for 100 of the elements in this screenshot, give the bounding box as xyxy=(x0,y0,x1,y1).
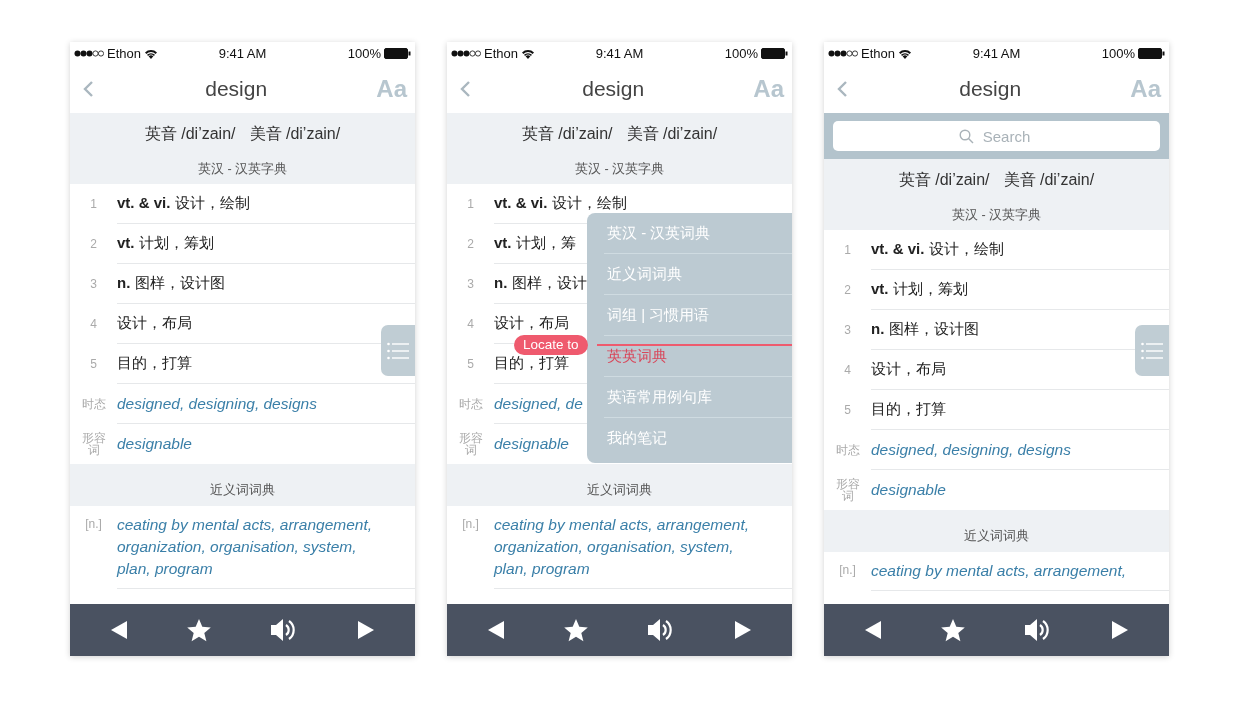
pronunciation: 英音 /di’zain/ xyxy=(521,123,613,144)
list-icon xyxy=(387,341,409,360)
signal-icon xyxy=(74,49,104,57)
word-form-text: designed, designing, designs xyxy=(117,394,317,413)
definition-text: vt. & vi. 设计，绘制 xyxy=(871,240,1004,259)
entry-label: [n.] xyxy=(838,562,857,579)
entry-label: 5 xyxy=(466,358,475,370)
search-field[interactable]: Search xyxy=(833,121,1160,151)
wifi-icon xyxy=(521,47,535,59)
entry-label: 5 xyxy=(843,404,852,416)
entry-label: 3 xyxy=(843,324,852,336)
chevron-left-icon xyxy=(82,79,94,98)
signal-icon xyxy=(451,49,481,57)
menu-item[interactable]: 我的笔记 xyxy=(604,418,792,459)
battery-icon xyxy=(761,47,788,59)
entry-label: 4 xyxy=(466,318,475,330)
entry-label: 4 xyxy=(89,318,98,330)
entry-label: [n.] xyxy=(461,516,480,533)
star-icon xyxy=(939,617,966,643)
definition-text: 设计，布局 xyxy=(117,314,192,333)
entry-label: 时态 xyxy=(457,398,484,410)
definition-text: n. 图样，设计图 xyxy=(871,320,979,339)
nav-title: design xyxy=(958,76,1023,101)
entry-label: 1 xyxy=(466,198,475,210)
battery-percent: 100% xyxy=(1101,45,1135,61)
entry-label: 4 xyxy=(843,364,852,376)
menu-item[interactable]: 英语常用例句库 xyxy=(604,377,792,418)
definition-text: n. 图样，设计 xyxy=(494,274,587,293)
entry-label: 5 xyxy=(89,358,98,370)
entry-label: 2 xyxy=(843,284,852,296)
star-icon xyxy=(185,617,212,643)
entry-label: 形容词 xyxy=(80,432,107,456)
definition-text: 目的，打算 xyxy=(117,354,192,373)
word-form-text: designed, de xyxy=(494,394,583,413)
carrier-name: Ethon xyxy=(484,45,518,61)
entry-label: 1 xyxy=(89,198,98,210)
definition-text: vt. 计划，筹 xyxy=(494,234,576,253)
star-icon xyxy=(562,617,589,643)
carrier-name: Ethon xyxy=(107,45,141,61)
pronunciation: 英音 /di’zain/ xyxy=(898,169,990,190)
entry-label: 形容词 xyxy=(834,478,861,502)
section-title: 近义词词典 xyxy=(587,482,652,499)
entry-label: 2 xyxy=(466,238,475,250)
battery-icon xyxy=(1138,47,1165,59)
status-time: 9:41 AM xyxy=(972,45,1021,61)
definition-text: 目的，打算 xyxy=(494,354,569,373)
font-size-button[interactable]: Aa xyxy=(753,74,784,103)
nav-title: design xyxy=(581,76,646,101)
synonym-text: ceating by mental acts, arrangement, xyxy=(871,560,1169,591)
entry-label: 1 xyxy=(843,244,852,256)
battery-percent: 100% xyxy=(347,45,381,61)
search-icon xyxy=(959,129,974,144)
entry-label: 时态 xyxy=(834,444,861,456)
chevron-left-icon xyxy=(459,79,471,98)
word-form-text: designable xyxy=(871,481,946,499)
definition-text: 目的，打算 xyxy=(871,400,946,419)
nav-title: design xyxy=(204,76,269,101)
locate-badge: Locate to xyxy=(514,335,588,355)
list-icon xyxy=(1141,341,1163,360)
pronunciation: 美音 /di’zain/ xyxy=(1003,169,1095,190)
font-size-button[interactable]: Aa xyxy=(1130,74,1161,103)
definition-text: 设计，布局 xyxy=(871,360,946,379)
definition-text: vt. 计划，筹划 xyxy=(117,234,214,253)
entry-label: 2 xyxy=(89,238,98,250)
word-form-text: designed, designing, designs xyxy=(871,440,1071,459)
section-title: 英汉 - 汉英字典 xyxy=(951,207,1042,224)
wifi-icon xyxy=(898,47,912,59)
status-time: 9:41 AM xyxy=(218,45,267,61)
chevron-left-icon xyxy=(836,79,848,98)
section-title: 英汉 - 汉英字典 xyxy=(574,161,665,178)
carrier-name: Ethon xyxy=(861,45,895,61)
signal-icon xyxy=(828,49,858,57)
pronunciation: 英音 /di’zain/ xyxy=(144,123,236,144)
definition-text: n. 图样，设计图 xyxy=(117,274,225,293)
menu-item[interactable]: 词组 | 习惯用语 xyxy=(604,295,792,336)
entry-label: [n.] xyxy=(84,516,103,533)
entry-label: 时态 xyxy=(80,398,107,410)
definition-text: vt. & vi. 设计，绘制 xyxy=(117,194,250,213)
section-title: 近义词词典 xyxy=(964,528,1029,545)
definition-text: vt. & vi. 设计，绘制 xyxy=(494,194,627,213)
section-title: 英汉 - 汉英字典 xyxy=(197,161,288,178)
entry-label: 3 xyxy=(466,278,475,290)
entry-label: 3 xyxy=(89,278,98,290)
menu-item[interactable]: 英汉 - 汉英词典 xyxy=(604,213,792,254)
battery-icon xyxy=(384,47,411,59)
font-size-button[interactable]: Aa xyxy=(376,74,407,103)
wifi-icon xyxy=(144,47,158,59)
status-time: 9:41 AM xyxy=(595,45,644,61)
definition-text: 设计，布局 xyxy=(494,314,569,333)
section-title: 近义词词典 xyxy=(210,482,275,499)
definition-text: vt. 计划，筹划 xyxy=(871,280,968,299)
battery-percent: 100% xyxy=(724,45,758,61)
pronunciation: 美音 /di’zain/ xyxy=(626,123,718,144)
synonym-text: ceating by mental acts, arrangement, organization, organisation, system, plan, program xyxy=(117,514,415,589)
word-form-text: designable xyxy=(117,435,192,453)
menu-item[interactable]: 近义词词典 xyxy=(604,254,792,295)
entry-label: 形容词 xyxy=(457,432,484,456)
word-form-text: designable xyxy=(494,435,569,453)
synonym-text: ceating by mental acts, arrangement, organization, organisation, system, plan, program xyxy=(494,514,792,589)
pronunciation: 美音 /di’zain/ xyxy=(249,123,341,144)
